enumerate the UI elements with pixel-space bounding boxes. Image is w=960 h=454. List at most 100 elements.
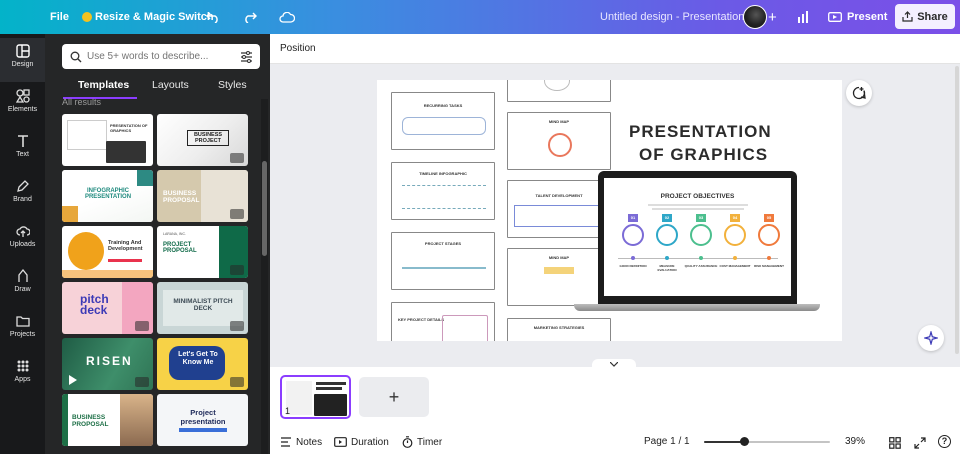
apps-icon [17,360,28,372]
template-card[interactable]: LARANA, INC. PROJECT PROPOSAL [157,226,248,278]
rail-item-brand[interactable]: Brand [0,173,45,217]
template-card[interactable]: pitch deck [62,282,153,334]
cloud-save-status[interactable] [279,0,295,34]
help-icon: ? [941,436,948,446]
tab-templates[interactable]: Templates [78,79,129,91]
objective-step-number: 04 [730,214,740,222]
template-card[interactable]: Training And Development [62,226,153,278]
document-title[interactable]: Untitled design - Presentation [600,0,744,34]
search-input[interactable] [87,49,232,64]
slide-card[interactable] [507,80,611,102]
help-button[interactable]: ? [938,435,951,448]
notes-button[interactable]: Notes [280,435,322,449]
filter-icon[interactable] [240,51,253,63]
slide-card[interactable]: TALENT DEVELOPMENT [507,180,611,238]
slide-card[interactable]: RECURRING TASKS [391,92,495,150]
file-menu[interactable]: File [50,0,69,34]
zoom-slider-thumb[interactable] [740,437,749,446]
analytics-button[interactable] [797,10,809,28]
zoom-value[interactable]: 39% [845,436,865,447]
template-subtitle: LARANA, INC. [163,232,186,236]
template-title: Let's Get To Know Me [178,351,218,366]
play-icon [69,375,77,385]
position-button[interactable]: Position [280,43,316,54]
rail-item-uploads[interactable]: Uploads [0,218,45,262]
search-box[interactable] [62,44,260,69]
page-indicator[interactable]: Page 1 / 1 [644,436,690,447]
slide-title-line2[interactable]: OF GRAPHICS [639,145,768,165]
avatar[interactable] [743,5,767,29]
laptop-mockup[interactable]: PROJECT OBJECTIVES 01 GOOD DEFINITION 02 ME… [598,171,797,304]
objective-step: 04 COST MANAGEMENT [720,214,751,284]
template-title: pitch deck [80,292,109,317]
timer-icon [402,436,413,448]
laptop-image [106,141,146,163]
zoom-slider[interactable] [704,437,830,447]
rail-item-apps[interactable]: Apps [0,353,45,397]
objective-step-label: MEASURE EVALUATION [657,264,677,272]
add-comment-button[interactable] [846,80,872,106]
template-card[interactable]: Let's Get To Know Me [157,338,248,390]
resize-magic-switch-button[interactable]: Resize & Magic Switch [82,0,214,34]
add-collaborator-button[interactable]: + [768,0,782,34]
rail-label: Brand [13,196,32,203]
rail-item-projects[interactable]: Projects [0,308,45,352]
magic-assistant-button[interactable] [918,325,944,351]
crown-icon [82,12,92,22]
share-button[interactable]: Share [895,4,955,29]
template-card[interactable]: MINIMALIST PITCH DECK [157,282,248,334]
panel-scrollbar[interactable] [261,99,268,454]
rail-label: Apps [14,376,31,383]
slide[interactable]: RECURRING TASKS TIMELINE INFOGRAPHIC PRO… [377,80,842,341]
slide-card[interactable]: TIMELINE INFOGRAPHIC [391,162,495,220]
slide-card[interactable]: MIND MAP [507,248,611,306]
grid-icon [889,437,901,449]
template-card[interactable]: PRESENTATION OF GRAPHICS [62,114,153,166]
slide-card[interactable]: MIND MAP [507,112,611,170]
slide-card[interactable]: MARKETING STRATEGIES [507,318,611,341]
undo-button[interactable] [206,0,220,34]
template-card[interactable]: BUSINESS PROPOSAL [62,394,153,446]
template-card[interactable]: Project presentation [157,394,248,446]
slide-title-line1[interactable]: PRESENTATION [629,122,772,142]
template-card[interactable]: BUSINESS PROJECT [157,114,248,166]
duration-label: Duration [351,436,389,448]
zoom-slider-fill [704,441,744,443]
tab-styles[interactable]: Styles [218,79,247,91]
plus-icon: + [388,387,400,407]
rail-item-text[interactable]: Text [0,128,45,172]
rail-item-draw[interactable]: Draw [0,263,45,307]
card-title: MIND MAP [548,255,570,260]
results-heading: All results [62,97,102,107]
document-title-text: Untitled design - Presentation [600,11,745,23]
present-label: Present [847,11,888,23]
card-title: MARKETING STRATEGIES [533,325,585,330]
duration-button[interactable]: Duration [334,435,389,449]
timer-button[interactable]: Timer [402,435,442,449]
template-card[interactable]: BUSINESS PROPOSAL [157,170,248,222]
present-button[interactable]: Present [822,0,893,34]
fullscreen-button[interactable] [914,436,926,454]
objective-step-icon [622,224,644,246]
template-title: Training And Development [108,240,143,252]
rail-item-design[interactable]: Design [0,38,45,82]
template-card[interactable]: INFOGRAPHIC PRESENTATION [62,170,153,222]
elements-icon [15,89,30,103]
laptop-screen: PROJECT OBJECTIVES 01 GOOD DEFINITION 02 ME… [604,178,791,296]
tab-layouts[interactable]: Layouts [152,79,189,91]
slide-card[interactable]: PROJECT STAGES [391,232,495,290]
page-thumbnail[interactable]: 1 [280,375,351,419]
grid-view-button[interactable] [889,436,901,454]
notes-icon [281,437,291,447]
laptop-heading: PROJECT OBJECTIVES [660,193,735,200]
tab-label: Templates [78,79,130,91]
template-card[interactable]: RISEN [62,338,153,390]
objective-step-number: 05 [764,214,774,222]
canvas-scrollbar[interactable] [955,66,960,356]
present-icon [828,11,842,22]
template-title: PROJECT PROPOSAL [163,242,197,254]
add-page-button[interactable]: + [359,377,429,417]
slide-card[interactable]: KEY PROJECT DETAILS [391,302,495,341]
redo-button[interactable] [243,0,257,34]
rail-item-elements[interactable]: Elements [0,83,45,127]
